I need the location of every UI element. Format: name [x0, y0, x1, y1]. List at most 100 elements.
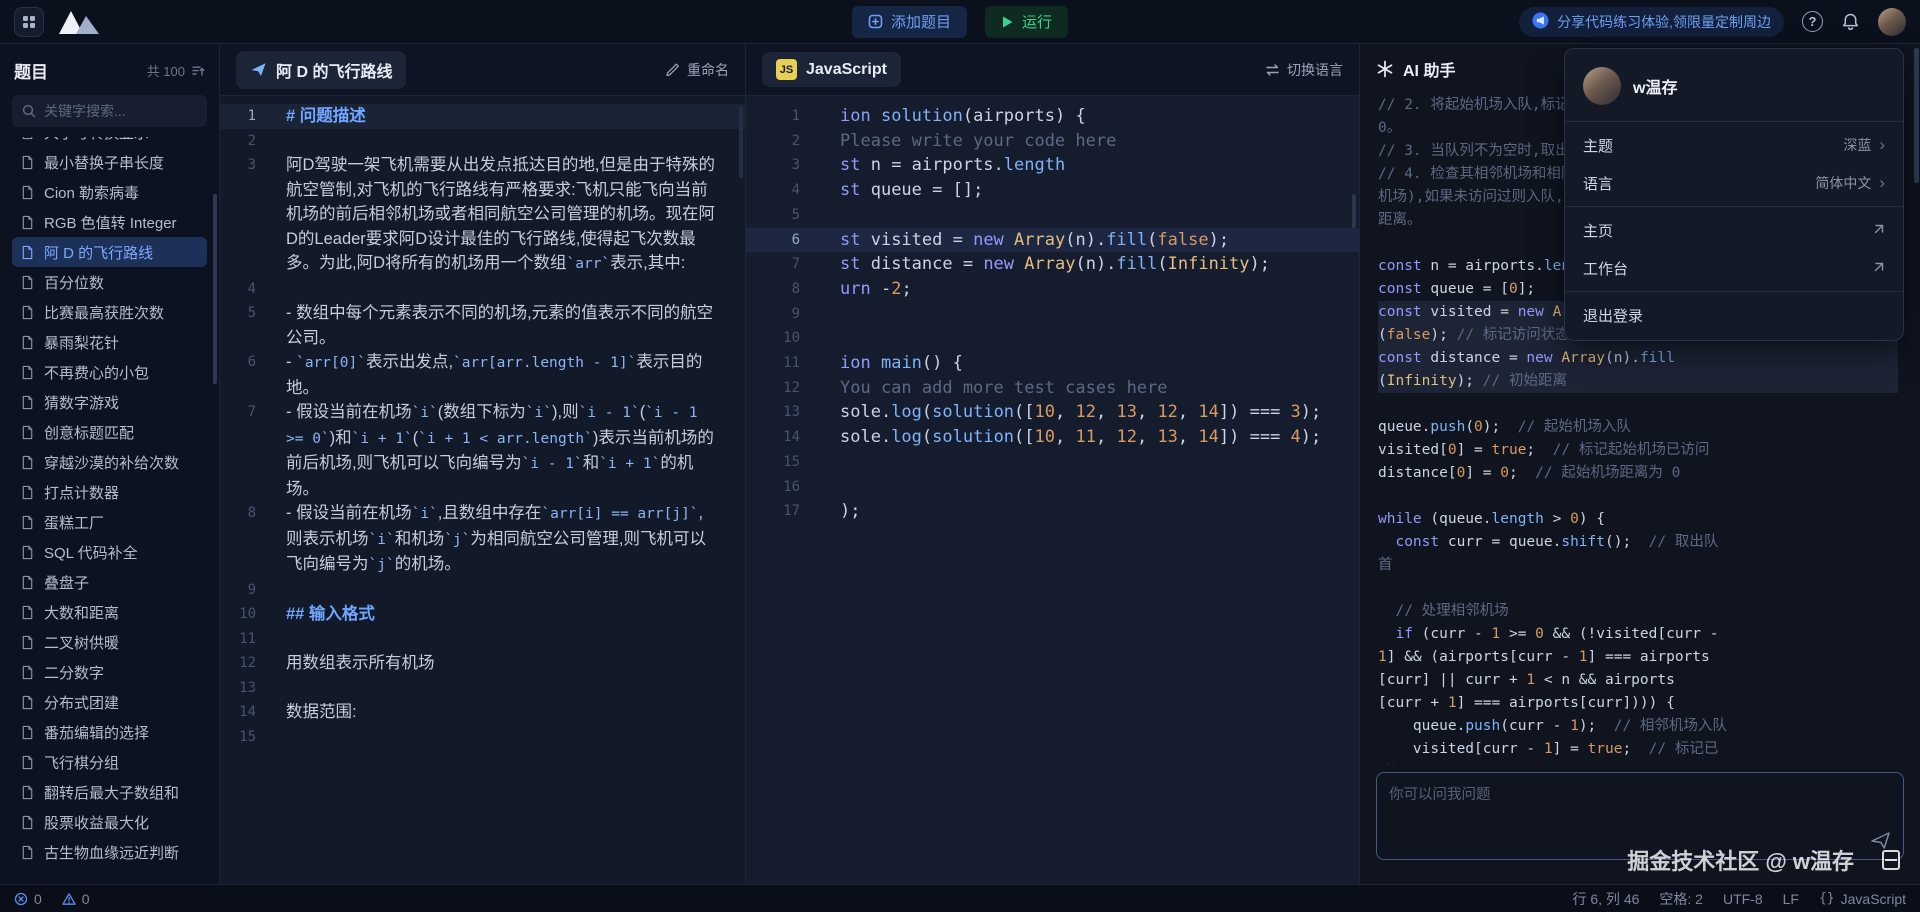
sidebar-item[interactable]: 不再费心的小包: [12, 357, 207, 387]
app-root: 添加题目 运行 分享代码练习体验,领限量定制周边 ?: [0, 0, 1920, 912]
sparkle-icon: [1376, 60, 1394, 78]
search-box[interactable]: [12, 95, 207, 127]
problem-title-tab[interactable]: 阿 D 的飞行路线: [236, 51, 406, 89]
sidebar-item[interactable]: 二分数字: [12, 657, 207, 687]
encoding[interactable]: UTF-8: [1723, 891, 1763, 907]
sidebar-item-label: 暴雨梨花针: [44, 332, 119, 353]
send-icon[interactable]: [1870, 831, 1891, 850]
sidebar-item[interactable]: 打点计数器: [12, 477, 207, 507]
document-icon: [20, 245, 35, 260]
sidebar-item[interactable]: RGB 色值转 Integer: [12, 207, 207, 237]
ai-response-line: [1378, 577, 1898, 600]
sidebar-item[interactable]: 阿 D 的飞行路线: [12, 237, 207, 267]
language-tab[interactable]: JS JavaScript: [762, 52, 901, 87]
ai-scrollbar[interactable]: [1914, 48, 1919, 183]
line-number: 2: [220, 129, 270, 154]
markdown-line: 11: [220, 627, 745, 652]
chevron-right-icon: ›: [1879, 173, 1885, 193]
sidebar-item[interactable]: 飞行棋分组: [12, 747, 207, 777]
document-icon: [20, 425, 35, 440]
menu-item-workspace[interactable]: 工作台: [1565, 249, 1903, 287]
sidebar-item[interactable]: 比赛最高获胜次数: [12, 297, 207, 327]
document-icon: [20, 545, 35, 560]
problem-count: 共 100: [147, 61, 185, 80]
markdown-line: 5- 数组中每个元素表示不同的机场,元素的值表示不同的航空公司。: [220, 301, 745, 350]
code-line: 4st queue = [];: [746, 178, 1359, 203]
app-menu-button[interactable]: [14, 7, 44, 37]
sidebar-item[interactable]: 分布式团建: [12, 687, 207, 717]
sidebar-item[interactable]: 翻转后最大子数组和: [12, 777, 207, 807]
braces-icon: {}: [1819, 891, 1835, 906]
error-count[interactable]: 0: [14, 891, 42, 907]
sort-icon[interactable]: [191, 64, 205, 78]
eol[interactable]: LF: [1783, 891, 1799, 907]
sidebar-item[interactable]: Cion 勒索病毒: [12, 177, 207, 207]
code-editor[interactable]: 1ion solution(airports) {2Please write y…: [746, 96, 1359, 524]
ai-response-line: [1378, 393, 1898, 416]
line-number: 5: [220, 301, 270, 326]
indentation[interactable]: 空格: 2: [1659, 889, 1703, 909]
sidebar-scrollbar[interactable]: [213, 194, 217, 384]
line-number: 5: [746, 203, 816, 228]
code-scrollbar[interactable]: [1352, 194, 1356, 228]
sidebar-item[interactable]: 最小替换子串长度: [12, 147, 207, 177]
switch-language-button[interactable]: 切换语言: [1265, 60, 1343, 80]
user-menu-avatar: [1583, 67, 1621, 105]
sidebar-item[interactable]: 大数和距离: [12, 597, 207, 627]
line-number: 1: [220, 104, 270, 129]
document-icon: [20, 605, 35, 620]
sidebar-item[interactable]: 创意标题匹配: [12, 417, 207, 447]
line-number: 4: [746, 178, 816, 203]
sidebar-item[interactable]: 叠盘子: [12, 567, 207, 597]
markdown-line: 10## 输入格式: [220, 602, 745, 627]
search-input[interactable]: [44, 103, 197, 119]
line-number: 2: [746, 129, 816, 154]
language-mode[interactable]: {} JavaScript: [1819, 891, 1906, 907]
sidebar-item[interactable]: 穿越沙漠的补给次数: [12, 447, 207, 477]
add-problem-button[interactable]: 添加题目: [852, 6, 967, 38]
ai-response-line: 1] && (airports[curr - 1] === airports: [1378, 646, 1898, 669]
markdown-editor[interactable]: 1# 问题描述23阿D驾驶一架飞机需要从出发点抵达目的地,但是由于特殊的航空管制…: [220, 96, 745, 749]
play-icon: [1001, 15, 1014, 29]
run-button[interactable]: 运行: [985, 6, 1068, 38]
markdown-line: 9: [220, 578, 745, 603]
sidebar-item[interactable]: 股票收益最大化: [12, 807, 207, 837]
sidebar-item[interactable]: 暴雨梨花针: [12, 327, 207, 357]
chat-input[interactable]: [1377, 773, 1903, 859]
problem-title: 阿 D 的飞行路线: [276, 58, 392, 82]
notification-bell-icon[interactable]: [1841, 12, 1860, 32]
chat-input-box[interactable]: [1376, 772, 1904, 860]
document-icon: [20, 137, 35, 140]
grid-icon: [22, 15, 36, 29]
sidebar-item-label: 比赛最高获胜次数: [44, 302, 164, 323]
sidebar-item[interactable]: 大小写转换显示: [12, 137, 207, 147]
sidebar-item[interactable]: 番茄编辑的选择: [12, 717, 207, 747]
menu-item-home[interactable]: 主页: [1565, 211, 1903, 249]
cursor-position[interactable]: 行 6, 列 46: [1572, 889, 1639, 909]
sidebar-item[interactable]: 古生物血缘远近判断: [12, 837, 207, 867]
sidebar-item[interactable]: SQL 代码补全: [12, 537, 207, 567]
document-icon: [20, 275, 35, 290]
sidebar-item[interactable]: 二叉树供暖: [12, 627, 207, 657]
warning-count[interactable]: 0: [62, 891, 90, 907]
user-avatar[interactable]: [1878, 8, 1906, 36]
promo-label: 分享代码练习体验,领限量定制周边: [1557, 12, 1771, 32]
line-number: 7: [220, 400, 270, 425]
markdown-line: 6- `arr[0]`表示出发点,`arr[arr.length - 1]`表示…: [220, 350, 745, 400]
theme-value: 深蓝: [1843, 135, 1871, 155]
sidebar-item-label: 二分数字: [44, 662, 104, 683]
user-menu-profile[interactable]: w温存: [1565, 55, 1903, 117]
promo-badge[interactable]: 分享代码练习体验,领限量定制周边: [1519, 7, 1784, 37]
sidebar-item[interactable]: 百分位数: [12, 267, 207, 297]
sidebar-item[interactable]: 猜数字游戏: [12, 387, 207, 417]
menu-item-language[interactable]: 语言 简体中文 ›: [1565, 164, 1903, 202]
rename-button[interactable]: 重命名: [665, 60, 729, 80]
problem-scrollbar[interactable]: [739, 106, 743, 178]
sidebar-item-label: 二叉树供暖: [44, 632, 119, 653]
sidebar-item[interactable]: 蛋糕工厂: [12, 507, 207, 537]
menu-item-theme[interactable]: 主题 深蓝 ›: [1565, 126, 1903, 164]
line-number: 14: [746, 425, 816, 450]
megaphone-icon: [1532, 12, 1549, 32]
help-icon[interactable]: ?: [1802, 11, 1823, 32]
menu-item-logout[interactable]: 退出登录: [1565, 296, 1903, 334]
